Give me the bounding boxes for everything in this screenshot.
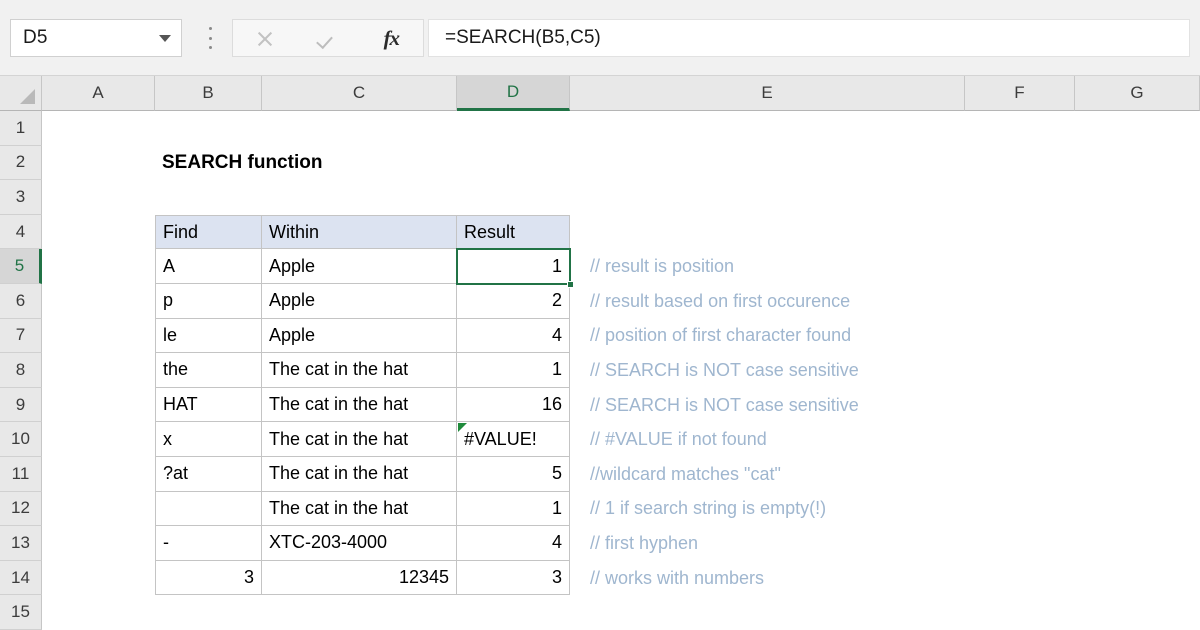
row-header-4[interactable]: 4: [0, 214, 42, 250]
row-header-13[interactable]: 13: [0, 526, 42, 561]
cell-find-row-6[interactable]: p: [155, 284, 262, 319]
cell-result-row-10[interactable]: #VALUE!: [457, 422, 570, 457]
cell-result-row-12[interactable]: 1: [457, 491, 570, 527]
cell-result-row-9[interactable]: 16: [457, 387, 570, 423]
sheet-title[interactable]: SEARCH function: [155, 146, 555, 181]
table-header-result[interactable]: Result: [457, 214, 570, 250]
column-header-b[interactable]: B: [155, 76, 262, 111]
cell-find-row-13[interactable]: -: [155, 526, 262, 561]
cell-result-row-14[interactable]: 3: [457, 560, 570, 596]
cell-find-row-7[interactable]: le: [155, 318, 262, 354]
row-header-1[interactable]: 1: [0, 111, 42, 146]
cell-within-row-12[interactable]: The cat in the hat: [262, 491, 457, 527]
kebab-dot: [208, 36, 212, 40]
cancel-button[interactable]: [233, 20, 296, 56]
check-icon: [318, 30, 338, 47]
name-box[interactable]: D5: [10, 19, 182, 57]
cell-result-row-13[interactable]: 4: [457, 526, 570, 561]
row-header-7[interactable]: 7: [0, 318, 42, 354]
cell-within-row-14[interactable]: 12345: [262, 560, 457, 596]
select-all-triangle-icon: [20, 89, 35, 104]
error-indicator-icon: [458, 423, 467, 433]
kebab-dot: [208, 27, 212, 30]
cell-find-row-9[interactable]: HAT: [155, 387, 262, 423]
row-header-3[interactable]: 3: [0, 180, 42, 215]
cell-within-row-10[interactable]: The cat in the hat: [262, 422, 457, 457]
fx-icon: fx: [383, 25, 400, 50]
note-row-7[interactable]: // position of first character found: [590, 319, 851, 354]
cell-within-row-9[interactable]: The cat in the hat: [262, 387, 457, 423]
cell-result-row-11[interactable]: 5: [457, 457, 570, 492]
table-header-find[interactable]: Find: [155, 214, 262, 250]
kebab-dot: [208, 46, 212, 49]
row-header-11[interactable]: 11: [0, 457, 42, 492]
fill-handle[interactable]: [567, 281, 574, 288]
row-header-5[interactable]: 5: [0, 249, 42, 284]
cell-result-row-7[interactable]: 4: [457, 318, 570, 354]
spreadsheet-grid[interactable]: SEARCH function Find Within Result A Apple 1//…: [42, 111, 1200, 630]
table-header-within[interactable]: Within: [262, 214, 457, 250]
column-header-e[interactable]: E: [570, 76, 965, 111]
cell-find-row-12[interactable]: [155, 491, 262, 527]
cell-find-row-10[interactable]: x: [155, 422, 262, 457]
close-icon: [256, 30, 273, 47]
note-row-13[interactable]: // first hyphen: [590, 526, 698, 561]
cell-within-row-11[interactable]: The cat in the hat: [262, 457, 457, 492]
formula-action-buttons: fx: [232, 19, 424, 57]
cell-find-row-8[interactable]: the: [155, 353, 262, 388]
note-row-12[interactable]: // 1 if search string is empty(!): [590, 492, 826, 527]
cell-find-row-14[interactable]: 3: [155, 560, 262, 596]
row-header-14[interactable]: 14: [0, 560, 42, 596]
chevron-down-icon[interactable]: [159, 34, 171, 42]
note-row-8[interactable]: // SEARCH is NOT case sensitive: [590, 353, 859, 388]
row-header-8[interactable]: 8: [0, 353, 42, 388]
cell-find-row-5[interactable]: A: [155, 249, 262, 284]
cell-result-row-6[interactable]: 2: [457, 284, 570, 319]
row-header-10[interactable]: 10: [0, 422, 42, 457]
note-row-14[interactable]: // works with numbers: [590, 561, 764, 596]
name-box-value: D5: [23, 27, 48, 48]
column-header-g[interactable]: G: [1075, 76, 1200, 111]
more-options-icon[interactable]: [203, 24, 217, 52]
cell-within-row-6[interactable]: Apple: [262, 284, 457, 319]
note-row-10[interactable]: // #VALUE if not found: [590, 422, 767, 457]
column-header-f[interactable]: F: [965, 76, 1075, 111]
formula-text: =SEARCH(B5,C5): [445, 27, 601, 48]
row-header-9[interactable]: 9: [0, 387, 42, 423]
formula-input[interactable]: =SEARCH(B5,C5): [428, 19, 1190, 57]
column-header-c[interactable]: C: [262, 76, 457, 111]
note-row-9[interactable]: // SEARCH is NOT case sensitive: [590, 388, 859, 423]
column-header-d[interactable]: D: [457, 76, 570, 111]
cell-within-row-5[interactable]: Apple: [262, 249, 457, 284]
column-header-a[interactable]: A: [42, 76, 155, 111]
note-row-5[interactable]: // result is position: [590, 249, 734, 284]
row-header-2[interactable]: 2: [0, 145, 42, 181]
insert-function-button[interactable]: fx: [360, 20, 423, 56]
note-row-6[interactable]: // result based on first occurence: [590, 284, 850, 319]
row-header-15[interactable]: 15: [0, 595, 42, 630]
confirm-button[interactable]: [296, 20, 359, 56]
row-header-12[interactable]: 12: [0, 491, 42, 527]
row-header-6[interactable]: 6: [0, 284, 42, 319]
cell-result-row-5[interactable]: 1: [457, 249, 570, 284]
cell-result-row-8[interactable]: 1: [457, 353, 570, 388]
note-row-11[interactable]: //wildcard matches "cat": [590, 457, 781, 492]
select-all-button[interactable]: [0, 76, 42, 111]
cell-within-row-7[interactable]: Apple: [262, 318, 457, 354]
formula-bar-area: D5 fx =SEARCH(B5,C5): [0, 0, 1200, 76]
cell-within-row-13[interactable]: XTC-203-4000: [262, 526, 457, 561]
cell-find-row-11[interactable]: ?at: [155, 457, 262, 492]
column-header-row: ABCDEFG: [0, 76, 1200, 111]
cell-within-row-8[interactable]: The cat in the hat: [262, 353, 457, 388]
